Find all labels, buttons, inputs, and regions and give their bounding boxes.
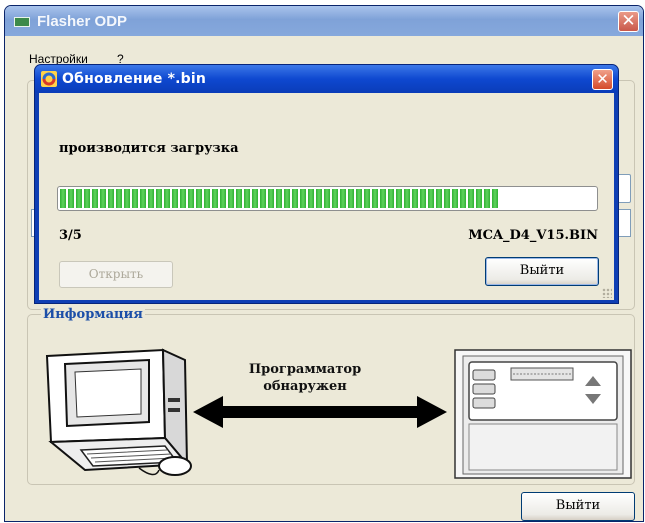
illustration-caption: Программатор обнаружен xyxy=(230,361,380,395)
info-group-label: Информация xyxy=(41,307,145,322)
file-name: MCA_D4_V15.BIN xyxy=(468,228,598,243)
hidden-field xyxy=(617,209,631,237)
progress-bar xyxy=(57,186,598,211)
progress-fill xyxy=(60,189,499,208)
double-arrow-icon xyxy=(193,396,447,428)
caption-line: Программатор xyxy=(248,362,362,377)
computer-icon xyxy=(45,348,192,476)
flasher-app-icon xyxy=(14,17,30,27)
hidden-field xyxy=(617,174,631,203)
dialog-body: производится загрузка 3/5 MCA_D4_V15.BIN… xyxy=(39,93,614,300)
step-counter: 3/5 xyxy=(59,228,82,243)
update-dialog: Обновление *.bin ✕ производится загрузка… xyxy=(34,64,619,304)
resize-grip[interactable] xyxy=(602,288,612,298)
dialog-titlebar[interactable]: Обновление *.bin ✕ xyxy=(35,65,618,93)
open-button[interactable]: Открыть xyxy=(59,261,173,288)
status-text: производится загрузка xyxy=(59,141,239,156)
menubar: Настройки ? xyxy=(5,36,643,66)
dialog-title: Обновление *.bin xyxy=(62,71,207,87)
main-titlebar[interactable]: Flasher ODP ✕ xyxy=(5,6,643,36)
main-exit-button[interactable]: Выйти xyxy=(521,492,635,521)
caption-line: обнаружен xyxy=(263,379,347,394)
controller-device-icon xyxy=(454,349,632,479)
dialog-close-button[interactable]: ✕ xyxy=(592,69,613,90)
dialog-exit-button[interactable]: Выйти xyxy=(485,257,599,286)
main-close-button[interactable]: ✕ xyxy=(618,11,639,32)
update-icon xyxy=(41,71,57,87)
main-window-title: Flasher ODP xyxy=(37,13,128,30)
